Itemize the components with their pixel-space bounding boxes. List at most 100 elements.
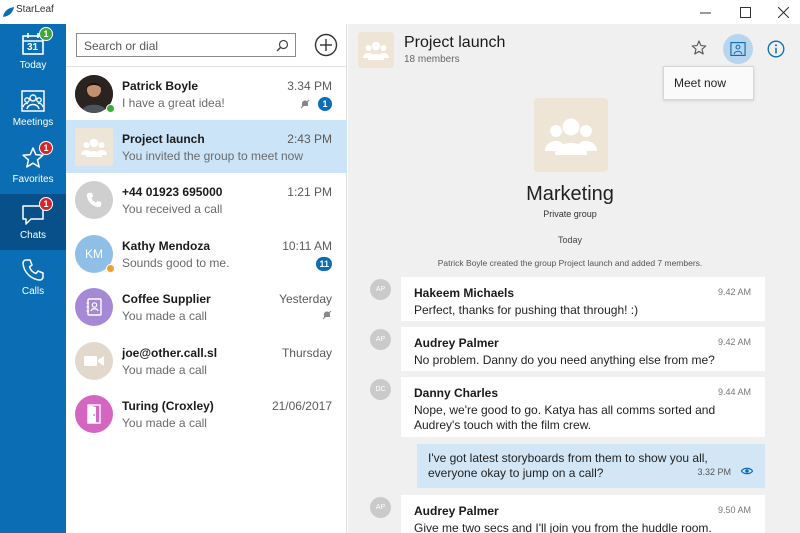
title-bar: StarLeaf [0, 0, 800, 24]
conversation-preview: You made a call [122, 416, 207, 430]
nav-item-meetings[interactable]: Meetings [0, 81, 66, 137]
minimize-icon [699, 12, 711, 13]
presence-indicator [106, 264, 115, 273]
conversation-name: joe@other.call.sl [122, 346, 218, 360]
close-button[interactable] [764, 0, 800, 24]
conversation-item[interactable]: KM Kathy Mendoza Sounds good to me. 10:1… [66, 227, 347, 280]
search-input[interactable]: Search or dial [76, 33, 296, 57]
conversation-name: +44 01923 695000 [122, 185, 223, 199]
message-bubble[interactable]: Audrey Palmer 9.50 AM Give me two secs a… [401, 495, 765, 533]
chat-icon: 1 [19, 197, 53, 228]
group-icon [363, 41, 389, 60]
conversation-item[interactable]: joe@other.call.sl You made a call Thursd… [66, 334, 347, 387]
conversation-time: Yesterday [279, 292, 332, 306]
search-placeholder: Search or dial [84, 39, 159, 53]
sender-avatar: DC [370, 379, 391, 400]
meet-now-button[interactable] [723, 34, 753, 64]
message-text: Nope, we're good to go. Katya has all co… [414, 403, 716, 432]
meetings-icon [730, 41, 746, 57]
favorites-badge: 1 [39, 141, 53, 155]
info-icon[interactable] [767, 40, 785, 58]
avatar-initials: KM [85, 247, 103, 261]
today-badge: 1 [39, 27, 53, 41]
conversation-item[interactable]: Project launch You invited the group to … [66, 120, 347, 173]
conversation-item[interactable]: +44 01923 695000 You received a call 1:2… [66, 173, 347, 226]
chat-title: Project launch [404, 34, 506, 51]
message-bubble[interactable]: Hakeem Michaels 9.42 AM Perfect, thanks … [401, 277, 765, 321]
nav-item-chats[interactable]: 1 Chats [0, 194, 66, 250]
message-time: 9.50 AM [717, 505, 751, 515]
unread-badge: 1 [318, 97, 332, 111]
nav-item-calls[interactable]: Calls [0, 250, 66, 306]
group-name: Marketing [526, 183, 614, 205]
contacts-icon [86, 298, 102, 316]
mute-icon [322, 310, 332, 320]
conversation-item[interactable]: Patrick Boyle I have a great idea! 3.34 … [66, 67, 347, 120]
message-bubble[interactable]: Audrey Palmer 9.42 AM No problem. Danny … [401, 327, 765, 371]
maximize-button[interactable] [726, 0, 764, 24]
favorite-star-icon[interactable] [691, 40, 707, 56]
group-icon [545, 118, 597, 155]
conversation-name: Turing (Croxley) [122, 399, 214, 413]
conversation-preview: You made a call [122, 309, 207, 323]
message-time: 9.42 AM [717, 287, 751, 297]
conversation-item[interactable]: Turing (Croxley) You made a call 21/06/2… [66, 387, 347, 440]
nav-label-chats: Chats [19, 230, 47, 241]
avatar [75, 128, 113, 166]
message-text: Give me two secs and I'll join you from … [414, 521, 712, 533]
sender-avatar: AP [370, 279, 391, 300]
conversation-name: Project launch [122, 132, 205, 146]
conversation-time: 10:11 AM [282, 239, 332, 253]
chat-header: Project launch 18 members [348, 24, 800, 72]
member-count: 18 members [404, 54, 460, 65]
sender-name: Danny Charles [414, 386, 499, 400]
conversation-item[interactable]: Coffee Supplier You made a call Yesterda… [66, 280, 347, 333]
sender-avatar: AP [370, 497, 391, 518]
calendar-icon: 31 1 [19, 27, 53, 58]
presence-indicator [106, 104, 115, 113]
search-icon[interactable] [276, 39, 289, 52]
unread-badge: 11 [316, 257, 332, 271]
meetings-icon [19, 87, 47, 115]
conversation-name: Patrick Boyle [122, 79, 199, 93]
system-message: Patrick Boyle created the group Project … [437, 258, 703, 268]
sender-name: Hakeem Michaels [414, 286, 515, 300]
meet-now-tooltip[interactable]: Meet now [663, 66, 754, 100]
nav-label-today: Today [19, 60, 47, 71]
add-button[interactable] [314, 33, 338, 57]
conversation-preview: Sounds good to me. [122, 256, 230, 270]
conversation-time: 1:21 PM [287, 185, 332, 199]
nav-item-today[interactable]: 31 1 Today [0, 24, 66, 80]
mute-icon [300, 99, 310, 109]
avatar [75, 342, 113, 380]
app-title: StarLeaf [16, 4, 54, 15]
maximize-icon [739, 6, 751, 18]
calendar-day: 31 [27, 42, 39, 53]
group-large-avatar [534, 98, 608, 172]
star-icon: 1 [19, 141, 53, 172]
minimize-button[interactable] [686, 0, 724, 24]
message-text: No problem. Danny do you need anything e… [414, 353, 715, 367]
my-message-bubble[interactable]: I've got latest storyboards from them to… [417, 444, 765, 488]
left-nav: 31 1 Today Meetings 1 Favorites 1 Chats … [0, 24, 66, 533]
sender-avatar: AP [370, 329, 391, 350]
phone-icon [86, 192, 102, 208]
nav-label-calls: Calls [21, 286, 45, 297]
conversation-meta [322, 310, 332, 320]
conversation-name: Coffee Supplier [122, 292, 211, 306]
message-bubble[interactable]: Danny Charles 9.44 AM Nope, we're good t… [401, 377, 765, 437]
group-type: Private group [543, 209, 597, 219]
nav-item-favorites[interactable]: 1 Favorites [0, 138, 66, 194]
video-camera-icon [84, 356, 104, 366]
conversation-preview: You received a call [122, 202, 223, 216]
conversation-preview: You made a call [122, 363, 207, 377]
door-icon [87, 404, 101, 424]
conversation-time: 2:43 PM [287, 132, 332, 146]
avatar [75, 395, 113, 433]
message-time: 9.42 AM [717, 337, 751, 347]
conversation-list-panel: Search or dial Patrick Boyle I have a gr… [66, 24, 347, 533]
starleaf-logo-icon [3, 7, 14, 17]
avatar [75, 288, 113, 326]
nav-label-meetings: Meetings [12, 117, 54, 128]
conversation-name: Kathy Mendoza [122, 239, 211, 253]
